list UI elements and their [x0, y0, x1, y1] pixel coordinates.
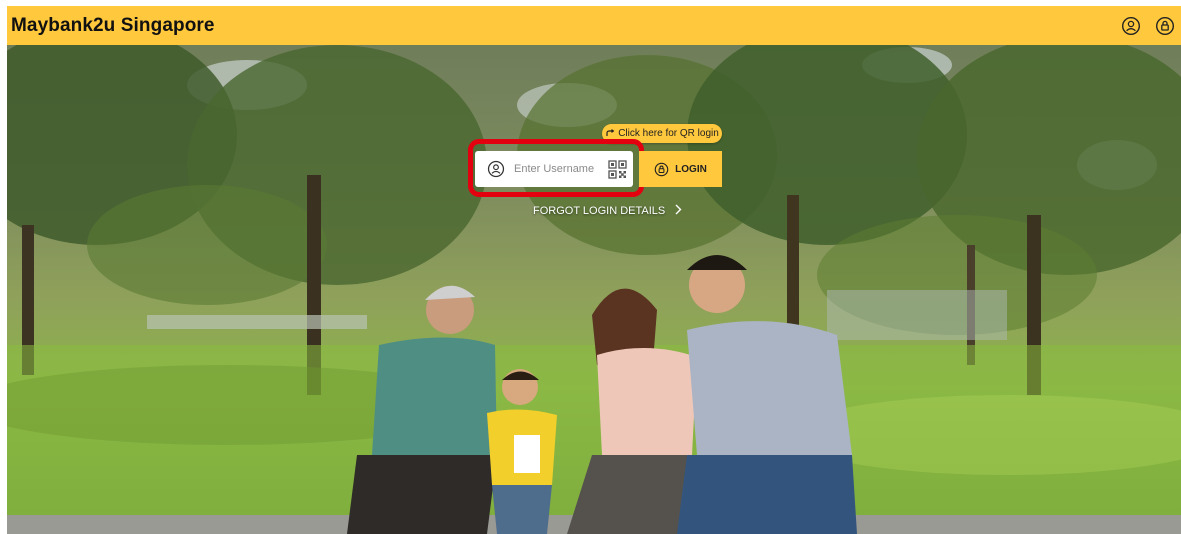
- login-button[interactable]: LOGIN: [639, 151, 722, 187]
- username-field[interactable]: [475, 151, 633, 187]
- hero-background-photo: [7, 45, 1181, 534]
- lock-icon: [654, 162, 669, 177]
- page-frame: Maybank2u Singapore Click here for QR lo…: [7, 0, 1181, 534]
- qr-code-icon[interactable]: [608, 159, 627, 179]
- forgot-login-label: FORGOT LOGIN DETAILS: [533, 205, 666, 217]
- qr-login-label: Click here for QR login: [618, 128, 719, 139]
- user-circle-icon[interactable]: [1121, 16, 1141, 36]
- user-icon: [487, 160, 505, 178]
- top-header: Maybank2u Singapore: [7, 6, 1181, 45]
- username-input[interactable]: [512, 162, 608, 176]
- forgot-login-link[interactable]: FORGOT LOGIN DETAILS: [533, 203, 682, 219]
- qr-link-arrow-icon: [606, 128, 615, 136]
- brand-logo[interactable]: Maybank2u Singapore: [11, 15, 215, 37]
- chevron-right-icon: [675, 204, 682, 218]
- lock-circle-icon[interactable]: [1155, 16, 1175, 36]
- login-button-label: LOGIN: [675, 163, 707, 175]
